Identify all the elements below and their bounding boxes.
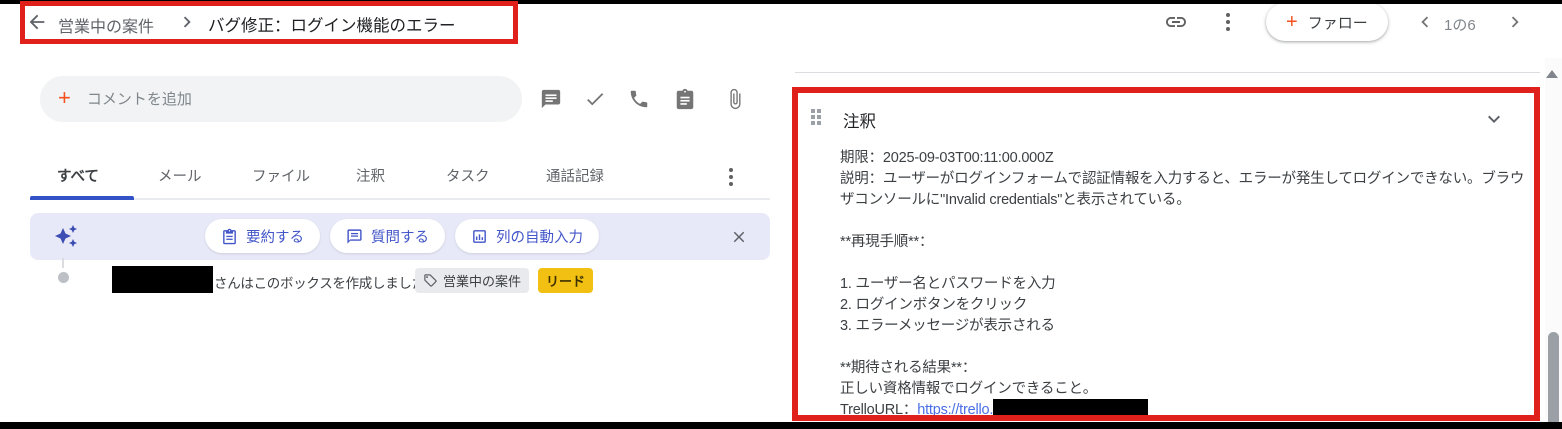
ask-question-icon [347,228,362,244]
pipeline-tag-label: 営業中の案件 [443,274,522,289]
note-expected-heading: **期待される結果**： [840,360,977,376]
phone-icon[interactable] [628,88,650,110]
tab-mail[interactable]: メール [158,165,202,186]
plus-icon: + [1286,11,1298,33]
plus-icon: + [58,85,71,110]
autofill-columns-label: 列の自動入力 [496,229,583,246]
notes-panel-top-divider [795,72,1540,73]
add-comment-field[interactable]: + [40,76,522,122]
comment-icon[interactable] [540,88,562,110]
tab-tasks[interactable]: タスク [446,165,490,186]
summarize-icon [223,228,236,244]
check-icon[interactable] [584,88,606,110]
notes-panel-bottom-divider [840,416,1530,418]
note-expected-body: 正しい資格情報でログインできること。 [840,381,1098,397]
notes-panel-title: 注釈 [843,113,876,131]
note-description: 説明：ユーザーがログインフォームで認証情報を入力すると、エラーが発生してログイン… [840,171,1525,208]
ai-assistant-bar: 要約する 質問する 列の自動入力 [30,213,770,260]
attachment-icon[interactable] [724,88,746,110]
censor-bar-bottom [0,422,1562,429]
note-step-2: 2. ログインボタンをクリック [840,297,1028,313]
follow-button-label: ファロー [1307,14,1368,32]
tab-notes[interactable]: 注釈 [356,165,385,186]
breadcrumb-current-title: バグ修正：ログイン機能のエラー [208,17,456,35]
more-options-icon[interactable] [1226,13,1230,31]
autofill-columns-button[interactable]: 列の自動入力 [455,219,599,253]
note-repro-heading: **再現手順**： [840,234,934,250]
clipboard-icon[interactable] [674,88,696,110]
comment-input[interactable] [84,89,504,109]
summarize-label: 要約する [246,229,304,246]
breadcrumb-parent[interactable]: 営業中の案件 [58,13,154,37]
tabs-divider [30,198,770,200]
active-tab-indicator [30,196,134,200]
censor-bar-top [0,0,1562,4]
ask-question-button[interactable]: 質問する [330,219,445,253]
deal-detail-page: 営業中の案件 バグ修正：ログイン機能のエラー + ファロー 1の6 + すべて … [0,0,1562,429]
breadcrumb-chevron-icon [176,11,198,33]
tab-files[interactable]: ファイル [252,165,310,186]
lead-stage-chip[interactable]: リード [538,268,594,293]
ai-sparkle-icon [54,224,78,248]
chevron-down-icon[interactable] [1482,107,1506,131]
notes-content: 期限：2025-09-03T00:11:00.000Z 説明：ユーザーがログイン… [840,148,1537,421]
pager-prev-icon[interactable] [1414,11,1436,33]
tabs-more-options-icon[interactable] [729,168,733,186]
close-icon[interactable] [730,228,748,246]
activity-text: さんはこのボックスを作成しました [214,276,425,291]
autofill-columns-icon [473,229,486,243]
pager-next-icon[interactable] [1504,11,1526,33]
tab-all[interactable]: すべて [57,165,99,186]
scroll-up-arrow-icon[interactable] [1546,70,1558,78]
note-step-3: 3. エラーメッセージが表示される [840,318,1055,334]
pipeline-tag-chip[interactable]: 営業中の案件 [415,268,530,293]
ask-question-label: 質問する [371,229,429,246]
back-arrow-icon[interactable] [26,11,48,33]
drag-handle-icon[interactable] [811,109,821,125]
note-deadline: 期限：2025-09-03T00:11:00.000Z [840,150,1054,166]
note-step-1: 1. ユーザー名とパスワードを入力 [840,276,1056,292]
follow-button[interactable]: + ファロー [1266,3,1388,41]
timeline-connector [62,258,64,268]
summarize-button[interactable]: 要約する [205,219,320,253]
scrollbar-thumb[interactable] [1548,332,1559,429]
link-icon[interactable] [1164,10,1188,34]
pager-count: 1の6 [1444,17,1476,34]
redacted-user-name [112,266,213,293]
timeline-dot [58,272,69,283]
tab-calls[interactable]: 通話記録 [546,165,604,186]
tag-icon [424,274,437,287]
